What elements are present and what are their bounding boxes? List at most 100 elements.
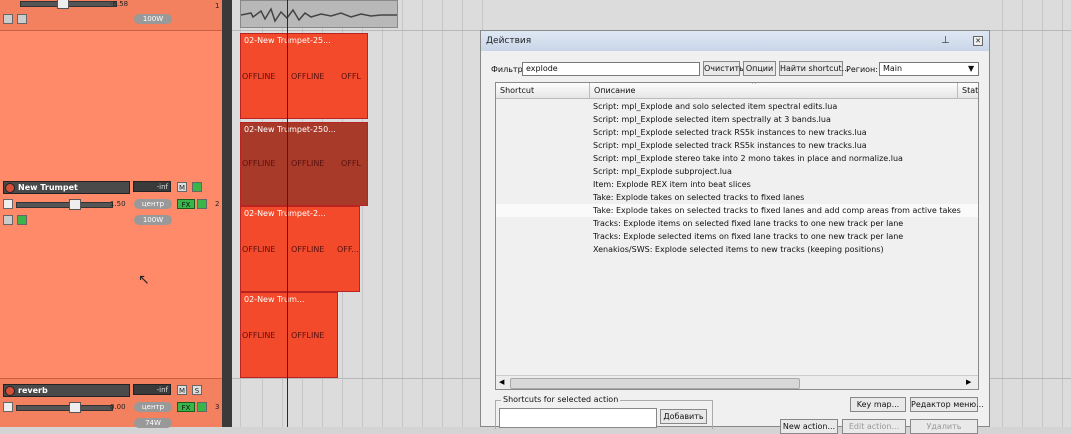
options-button[interactable]: Опции xyxy=(743,61,776,76)
shortcuts-group-label: Shortcuts for selected action xyxy=(501,395,621,404)
track-divider xyxy=(0,30,222,31)
media-item-2[interactable]: 02-New Trumpet-250... OFFLINE OFFLINE OF… xyxy=(240,122,368,206)
region-select[interactable]: Main ▼ xyxy=(879,62,979,76)
track-1-volume-value: -6.58 xyxy=(110,0,129,8)
track-1-width-knob[interactable]: 100W xyxy=(134,14,172,24)
find-shortcut-button[interactable]: Найти shortcut... xyxy=(779,61,849,76)
action-row[interactable]: Tracks: Explode selected items on fixed … xyxy=(593,230,903,243)
track-2-fx-bypass-button[interactable] xyxy=(197,199,207,209)
track-3-fx-bypass-button[interactable] xyxy=(197,402,207,412)
chevron-down-icon: ▼ xyxy=(968,64,975,73)
add-shortcut-button[interactable]: Добавить xyxy=(660,409,707,424)
media-item-4[interactable]: 02-New Trum... OFFLINE OFFLINE xyxy=(240,292,338,378)
track-2-width-knob[interactable]: 100W xyxy=(134,215,172,225)
record-arm-icon[interactable] xyxy=(5,183,15,193)
scroll-left-icon[interactable]: ◀ xyxy=(499,378,504,386)
track-2-volume-fader[interactable] xyxy=(16,199,113,210)
media-item-1[interactable]: 02-New Trumpet-25... OFFLINE OFFLINE OFF… xyxy=(240,33,368,119)
media-item-3[interactable]: 02-New Trumpet-2... OFFLINE OFFLINE OFF.… xyxy=(240,206,360,292)
record-arm-icon[interactable] xyxy=(5,386,15,396)
clear-button[interactable]: Очистить xyxy=(703,61,744,76)
track-3-pan-knob[interactable]: центр xyxy=(134,402,172,412)
column-header-shortcut[interactable]: Shortcut xyxy=(496,83,590,99)
track-2-number: 2 xyxy=(215,200,220,208)
scroll-right-icon[interactable]: ▶ xyxy=(966,378,971,386)
play-icon[interactable] xyxy=(17,215,27,225)
grid-line xyxy=(442,0,443,427)
horizontal-scrollbar[interactable]: ◀ ▶ xyxy=(496,375,978,389)
grid-line xyxy=(1022,0,1023,427)
action-row[interactable]: Script: mpl_Explode subproject.lua xyxy=(593,165,732,178)
offline-label: OFFL xyxy=(341,72,361,81)
offline-label: OFFL xyxy=(341,159,361,168)
action-row[interactable]: Script: mpl_Explode and solo selected it… xyxy=(593,100,837,113)
track-2-volume-readout: -inf xyxy=(133,181,171,192)
track-3-fx-button[interactable]: FX xyxy=(177,402,195,412)
actions-dialog: Действия ⊥ ✕ Фильтр explode Очистить Опц… xyxy=(480,30,990,434)
filter-input[interactable]: explode xyxy=(522,62,700,76)
action-row[interactable]: Take: Explode takes on selected tracks t… xyxy=(593,191,804,204)
track-3-name[interactable]: reverb xyxy=(3,384,130,397)
track-2-fx-button[interactable]: FX xyxy=(177,199,195,209)
io-icon[interactable] xyxy=(17,14,27,24)
dialog-title-bar[interactable]: Действия ⊥ ✕ xyxy=(481,31,989,51)
pin-icon[interactable]: ⊥ xyxy=(941,31,950,51)
sort-arrow-icon: ^ xyxy=(751,82,757,89)
track-1-number: 1 xyxy=(215,2,220,10)
track-2-phase-icon[interactable] xyxy=(3,199,13,209)
offline-label: OFFLINE xyxy=(242,245,276,254)
track-2-pan-knob[interactable]: центр xyxy=(134,199,172,209)
track-1-volume-fader[interactable] xyxy=(20,0,117,9)
offline-label: OFFLINE xyxy=(242,72,276,81)
action-row[interactable]: Script: mpl_Explode selected item spectr… xyxy=(593,113,831,126)
item-title: 02-New Trumpet-250... xyxy=(244,125,336,134)
playhead-cursor[interactable] xyxy=(287,0,288,427)
shortcuts-list[interactable] xyxy=(499,408,657,428)
action-row[interactable]: Xenakios/SWS: Explode selected items to … xyxy=(593,243,884,256)
track-3-volume-readout: -inf xyxy=(133,384,171,395)
grid-line xyxy=(462,0,463,427)
track-3-fader-value: 0.00 xyxy=(110,403,126,411)
envelope-icon[interactable] xyxy=(3,14,13,24)
track-2-name[interactable]: New Trumpet xyxy=(3,181,130,194)
track-3-mute-button[interactable]: M xyxy=(177,385,187,395)
grid-line xyxy=(1062,0,1063,427)
mouse-cursor-icon: ↖ xyxy=(138,272,150,288)
action-row[interactable]: Item: Explode REX item into beat slices xyxy=(593,178,751,191)
offline-label: OFFLINE xyxy=(291,245,325,254)
waveform xyxy=(241,7,397,23)
grid-line xyxy=(402,0,403,427)
action-row[interactable]: Script: mpl_Explode selected track RS5k … xyxy=(593,139,867,152)
offline-label: OFFLINE xyxy=(242,159,276,168)
menu-editor-button[interactable]: Редактор меню... xyxy=(910,397,984,412)
column-header-state[interactable]: Stat xyxy=(958,83,978,99)
fader-knob[interactable] xyxy=(57,0,69,9)
grid-line xyxy=(422,0,423,427)
grid-line xyxy=(382,0,383,427)
actions-list[interactable]: Shortcut Описание ^ Stat Script: mpl_Exp… xyxy=(495,82,979,390)
action-row-selected[interactable]: Take: Explode takes on selected tracks t… xyxy=(593,204,961,217)
action-row[interactable]: Script: mpl_Explode selected track RS5k … xyxy=(593,126,867,139)
region-label: Регион: xyxy=(846,65,878,74)
scrollbar-thumb[interactable] xyxy=(510,378,800,389)
track-3-volume-fader[interactable] xyxy=(16,402,113,413)
fader-knob[interactable] xyxy=(69,199,81,210)
action-row[interactable]: Tracks: Explode items on selected fixed … xyxy=(593,217,903,230)
envelope-icon[interactable] xyxy=(3,215,13,225)
track-2-fader-value: 1.50 xyxy=(110,200,126,208)
offline-label: OFFLINE xyxy=(291,331,325,340)
audio-item-waveform[interactable] xyxy=(240,0,398,28)
tcp-arrange-divider[interactable] xyxy=(222,0,232,427)
track-2-mute-button[interactable]: M xyxy=(177,182,187,192)
track-3-solo-button[interactable]: S xyxy=(192,385,202,395)
offline-label: OFFLINE xyxy=(291,72,325,81)
column-header-description[interactable]: Описание xyxy=(590,83,958,99)
item-title: 02-New Trumpet-2... xyxy=(244,209,326,218)
fader-knob[interactable] xyxy=(69,402,81,413)
action-row[interactable]: Script: mpl_Explode stereo take into 2 m… xyxy=(593,152,903,165)
key-map-button[interactable]: Key map... xyxy=(850,397,906,412)
close-icon[interactable]: ✕ xyxy=(973,36,983,46)
track-2-solo-button[interactable] xyxy=(192,182,202,192)
track-3-phase-icon[interactable] xyxy=(3,402,13,412)
dialog-title: Действия xyxy=(486,36,532,46)
